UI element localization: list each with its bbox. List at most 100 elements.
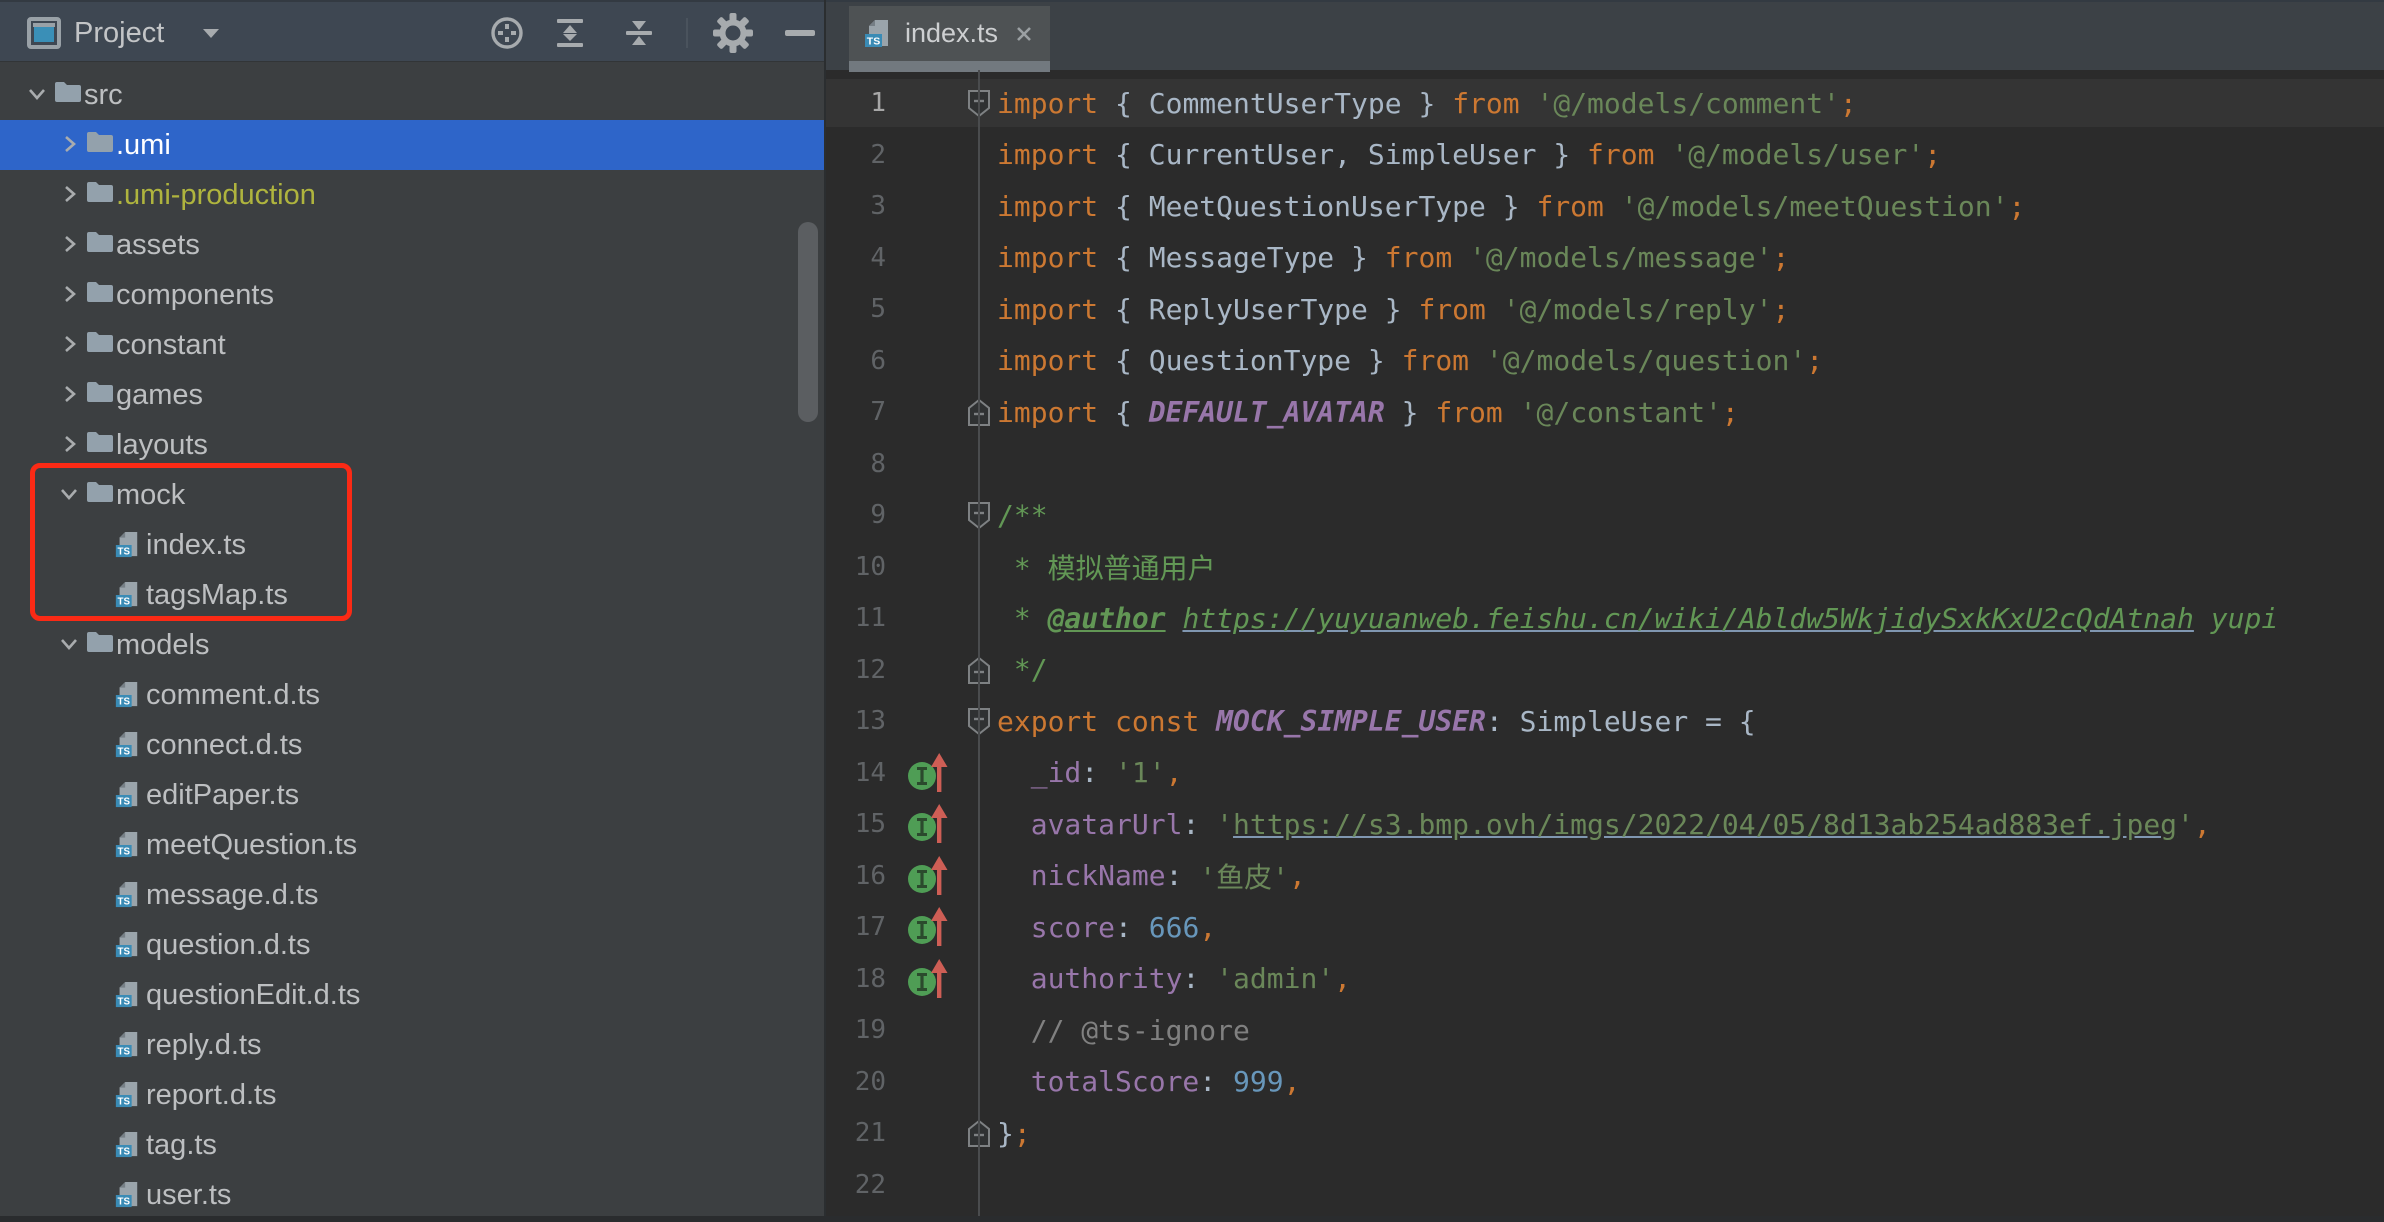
line-number: 15 — [826, 798, 886, 850]
chevron-down-icon[interactable] — [58, 633, 80, 660]
tree-item-questionEdit.d.ts[interactable]: TSquestionEdit.d.ts — [0, 970, 826, 1020]
settings-gear-icon[interactable] — [711, 2, 755, 64]
code-line-12[interactable]: 12 */ — [826, 644, 2384, 696]
line-number: 18 — [826, 953, 886, 1005]
code-line-17[interactable]: 17 score: 666, — [826, 901, 2384, 953]
code-line-1[interactable]: 1import { CommentUserType } from '@/mode… — [826, 77, 2384, 129]
chevron-right-icon[interactable] — [58, 333, 80, 360]
hide-panel-icon[interactable] — [778, 2, 822, 64]
implements-property-gutter-icon[interactable] — [906, 958, 976, 1002]
code-line-9[interactable]: 9/** — [826, 489, 2384, 541]
code-text: totalScore: 999, — [997, 1056, 1300, 1108]
implements-property-gutter-icon[interactable] — [906, 855, 976, 899]
chevron-right-icon[interactable] — [58, 433, 80, 460]
line-number: 7 — [826, 386, 886, 438]
code-line-21[interactable]: 21}; — [826, 1107, 2384, 1159]
project-dropdown-caret-icon[interactable] — [200, 2, 222, 64]
code-line-7[interactable]: 7 import { DEFAULT_AVATAR } from '@/const… — [826, 386, 2384, 438]
tree-item-constant[interactable]: constant — [0, 320, 826, 370]
line-number: 11 — [826, 592, 886, 644]
svg-text:TS: TS — [118, 897, 131, 908]
tree-item-user.ts[interactable]: TSuser.ts — [0, 1170, 826, 1220]
code-text: import { DEFAULT_AVATAR } from '@/consta… — [997, 386, 1739, 438]
tree-item-report.d.ts[interactable]: TSreport.d.ts — [0, 1070, 826, 1120]
code-line-14[interactable]: 14 _id: '1', — [826, 747, 2384, 799]
folder-icon — [86, 630, 114, 659]
code-line-13[interactable]: 13export const MOCK_SIMPLE_USER: SimpleU… — [826, 695, 2384, 747]
typescript-file-icon: TS — [114, 930, 140, 965]
tree-item-.umi[interactable]: .umi — [0, 120, 826, 170]
svg-text:TS: TS — [118, 697, 131, 708]
tree-item-tag.ts[interactable]: TStag.ts — [0, 1120, 826, 1170]
code-line-20[interactable]: 20 totalScore: 999, — [826, 1056, 2384, 1108]
code-line-10[interactable]: 10 * 模拟普通用户 — [826, 541, 2384, 593]
tree-item-label: tag.ts — [146, 1120, 217, 1170]
tree-item-games[interactable]: games — [0, 370, 826, 420]
chevron-right-icon[interactable] — [58, 283, 80, 310]
chevron-right-icon[interactable] — [58, 233, 80, 260]
typescript-file-icon: TS — [114, 1080, 140, 1115]
tree-item-label: .umi-production — [116, 170, 316, 220]
tree-item-label: questionEdit.d.ts — [146, 970, 360, 1020]
svg-text:TS: TS — [118, 947, 131, 958]
code-line-8[interactable]: 8 — [826, 438, 2384, 490]
code-line-2[interactable]: 2import { CurrentUser, SimpleUser } from… — [826, 129, 2384, 181]
code-text: */ — [997, 644, 1048, 696]
code-line-18[interactable]: 18 authority: 'admin', — [826, 953, 2384, 1005]
line-number: 8 — [826, 438, 886, 490]
line-number: 5 — [826, 283, 886, 335]
line-number: 16 — [826, 850, 886, 902]
tree-item-editPaper.ts[interactable]: TSeditPaper.ts — [0, 770, 826, 820]
tree-item-meetQuestion.ts[interactable]: TSmeetQuestion.ts — [0, 820, 826, 870]
code-line-6[interactable]: 6import { QuestionType } from '@/models/… — [826, 335, 2384, 387]
typescript-file-icon: TS — [114, 680, 140, 715]
tree-item-models[interactable]: models — [0, 620, 826, 670]
locate-file-icon[interactable] — [485, 2, 529, 64]
code-line-15[interactable]: 15 avatarUrl: 'https://s3.bmp.ovh/imgs/2… — [826, 798, 2384, 850]
chevron-down-icon[interactable] — [26, 83, 48, 110]
tree-scrollbar[interactable] — [798, 222, 818, 422]
close-icon[interactable] — [1014, 24, 1034, 44]
tree-item-label: .umi — [116, 120, 171, 170]
tree-item-assets[interactable]: assets — [0, 220, 826, 270]
chevron-right-icon[interactable] — [58, 383, 80, 410]
code-text: * 模拟普通用户 — [997, 541, 1216, 593]
svg-text:TS: TS — [118, 797, 131, 808]
tree-item-question.d.ts[interactable]: TSquestion.d.ts — [0, 920, 826, 970]
tree-item-label: games — [116, 370, 203, 420]
implements-property-gutter-icon[interactable] — [906, 752, 976, 796]
code-line-11[interactable]: 11 * @author https://yuyuanweb.feishu.cn… — [826, 592, 2384, 644]
implements-property-gutter-icon[interactable] — [906, 906, 976, 950]
tree-item-components[interactable]: components — [0, 270, 826, 320]
folder-icon — [86, 380, 114, 409]
expand-all-icon[interactable] — [548, 2, 592, 64]
code-line-22[interactable]: 22 — [826, 1159, 2384, 1211]
gutter-separator-line — [978, 70, 980, 1222]
tree-item-.umi-production[interactable]: .umi-production — [0, 170, 826, 220]
typescript-file-icon: TS — [114, 980, 140, 1015]
code-text: export const MOCK_SIMPLE_USER: SimpleUse… — [997, 695, 1756, 747]
tab-index-ts[interactable]: TS index.ts — [849, 6, 1050, 61]
typescript-file-icon: TS — [114, 780, 140, 815]
svg-text:TS: TS — [118, 1097, 131, 1108]
tree-item-label: models — [116, 620, 210, 670]
code-text: import { CommentUserType } from '@/model… — [997, 77, 1857, 129]
code-line-4[interactable]: 4import { MessageType } from '@/models/m… — [826, 232, 2384, 284]
tree-item-src[interactable]: src — [0, 70, 826, 120]
collapse-all-icon[interactable] — [617, 2, 661, 64]
code-line-3[interactable]: 3import { MeetQuestionUserType } from '@… — [826, 180, 2384, 232]
tree-item-label: meetQuestion.ts — [146, 820, 357, 870]
chevron-right-icon[interactable] — [58, 133, 80, 160]
implements-property-gutter-icon[interactable] — [906, 803, 976, 847]
tree-item-label: comment.d.ts — [146, 670, 320, 720]
code-line-16[interactable]: 16 nickName: '鱼皮', — [826, 850, 2384, 902]
tree-item-connect.d.ts[interactable]: TSconnect.d.ts — [0, 720, 826, 770]
code-line-5[interactable]: 5import { ReplyUserType } from '@/models… — [826, 283, 2384, 335]
tree-item-comment.d.ts[interactable]: TS comment.d.ts — [0, 670, 826, 720]
tree-item-reply.d.ts[interactable]: TSreply.d.ts — [0, 1020, 826, 1070]
project-panel-title[interactable]: Project — [74, 2, 164, 64]
chevron-right-icon[interactable] — [58, 183, 80, 210]
line-number: 2 — [826, 129, 886, 181]
tree-item-message.d.ts[interactable]: TSmessage.d.ts — [0, 870, 826, 920]
code-line-19[interactable]: 19 // @ts-ignore — [826, 1004, 2384, 1056]
